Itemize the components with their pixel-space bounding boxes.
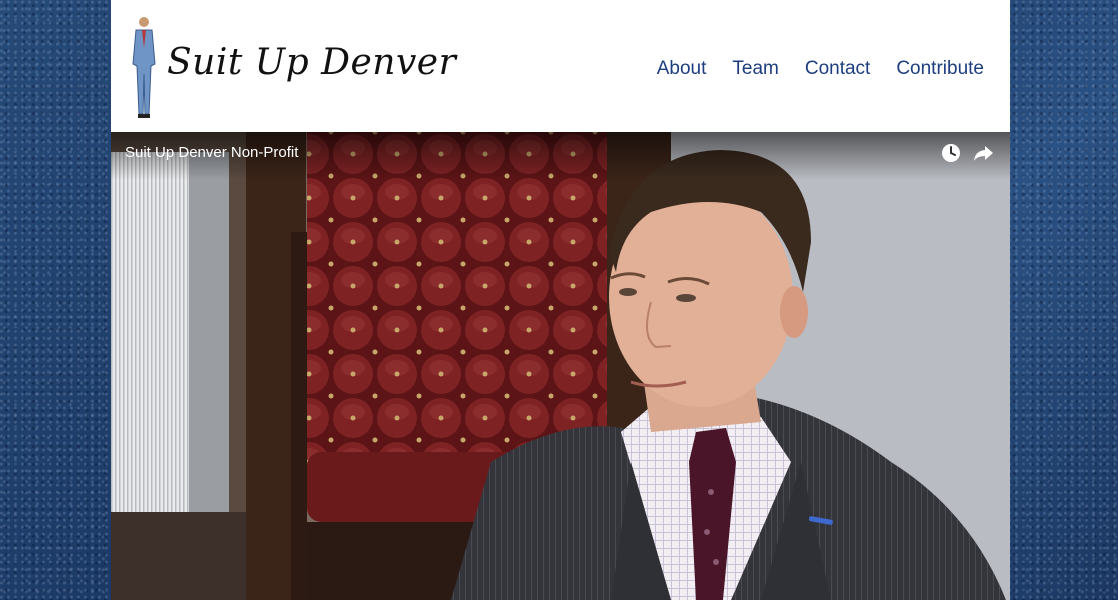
- brand-name: Suit Up Denver: [167, 41, 457, 83]
- nav-contribute[interactable]: Contribute: [896, 58, 984, 80]
- main-nav: About Team Contact Contribute: [657, 58, 984, 80]
- share-icon[interactable]: [971, 141, 995, 165]
- nav-team[interactable]: Team: [732, 58, 778, 80]
- nav-contact[interactable]: Contact: [805, 58, 870, 80]
- nav-about[interactable]: About: [657, 58, 707, 80]
- video-title[interactable]: Suit Up Denver Non-Profit: [125, 144, 298, 161]
- video-player[interactable]: Suit Up Denver Non-Profit: [111, 132, 1010, 600]
- watch-later-icon[interactable]: [939, 141, 963, 165]
- site-container: Suit Up Denver About Team Contact Contri…: [111, 0, 1010, 600]
- suit-figure-icon: [132, 17, 156, 118]
- site-header: Suit Up Denver About Team Contact Contri…: [111, 0, 1010, 132]
- logo[interactable]: Suit Up Denver: [129, 14, 456, 122]
- video-frame: [111, 132, 1010, 600]
